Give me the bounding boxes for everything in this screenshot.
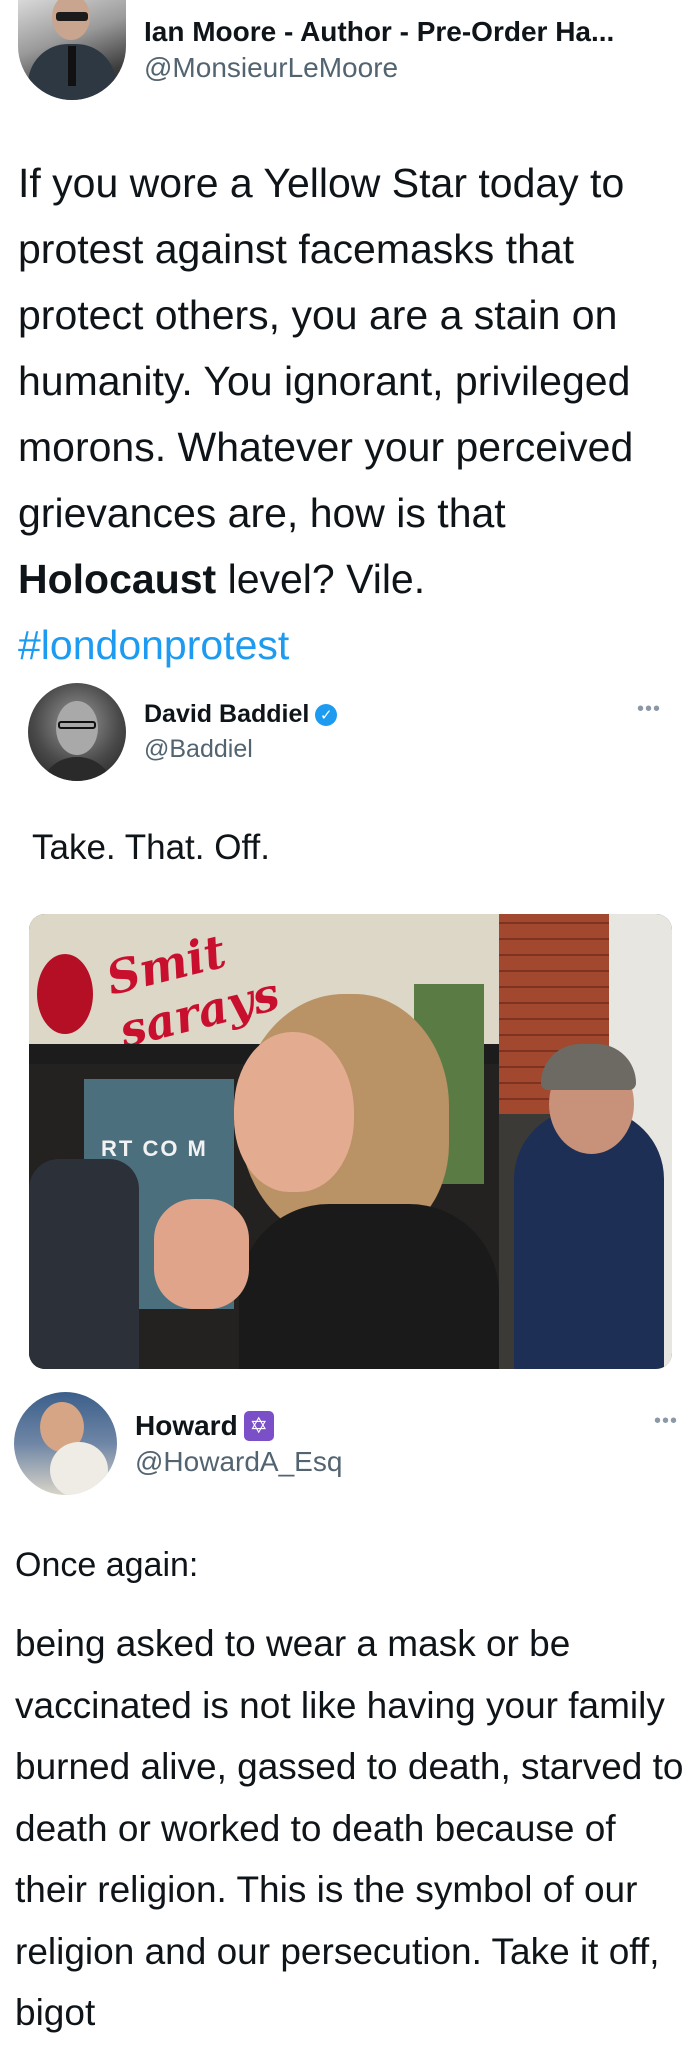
author-info: David Baddiel ✓ @Baddiel xyxy=(144,700,338,764)
tweet-3-intro: Once again: xyxy=(15,1546,199,1584)
crowd xyxy=(29,1159,139,1369)
handle[interactable]: @HowardA_Esq xyxy=(135,1446,342,1478)
tweet-1-body: If you wore a Yellow Star today to prote… xyxy=(18,150,688,678)
display-name[interactable]: David Baddiel xyxy=(144,700,309,729)
tweet-2-body: Take. That. Off. xyxy=(32,828,270,867)
tweet-text-end: level? Vile. xyxy=(216,556,426,602)
tweet-text: If you wore a Yellow Star today to prote… xyxy=(18,160,634,536)
shop-logo xyxy=(37,954,93,1034)
tweet-1-header: Ian Moore - Author - Pre-Order Ha... @Mo… xyxy=(18,0,614,100)
display-name[interactable]: Ian Moore - Author - Pre-Order Ha... xyxy=(144,16,614,48)
tweet-2-header: David Baddiel ✓ @Baddiel xyxy=(28,683,338,781)
star-of-david-icon: ✡ xyxy=(243,1410,274,1441)
author-info: Ian Moore - Author - Pre-Order Ha... @Mo… xyxy=(144,16,614,84)
author-info: Howard ✡ @HowardA_Esq xyxy=(135,1410,342,1478)
more-options-icon[interactable]: ••• xyxy=(637,698,661,721)
tweet-text-bold: Holocaust xyxy=(18,556,217,602)
verified-check-icon: ✓ xyxy=(315,703,338,726)
avatar[interactable] xyxy=(18,0,126,100)
avatar[interactable] xyxy=(14,1392,117,1495)
tweet-3-header: Howard ✡ @HowardA_Esq xyxy=(14,1392,342,1495)
display-name[interactable]: Howard xyxy=(135,1410,238,1442)
tweet-photo[interactable]: Smit sarays RT CO M xyxy=(29,914,672,1369)
more-options-icon[interactable]: ••• xyxy=(654,1410,678,1433)
hashtag-link[interactable]: #londonprotest xyxy=(18,622,289,668)
avatar[interactable] xyxy=(28,683,126,781)
handle[interactable]: @MonsieurLeMoore xyxy=(144,52,614,84)
window-text: RT CO M xyxy=(101,1136,208,1161)
handle[interactable]: @Baddiel xyxy=(144,735,337,764)
tweet-3-body: being asked to wear a mask or be vaccina… xyxy=(15,1623,684,2033)
